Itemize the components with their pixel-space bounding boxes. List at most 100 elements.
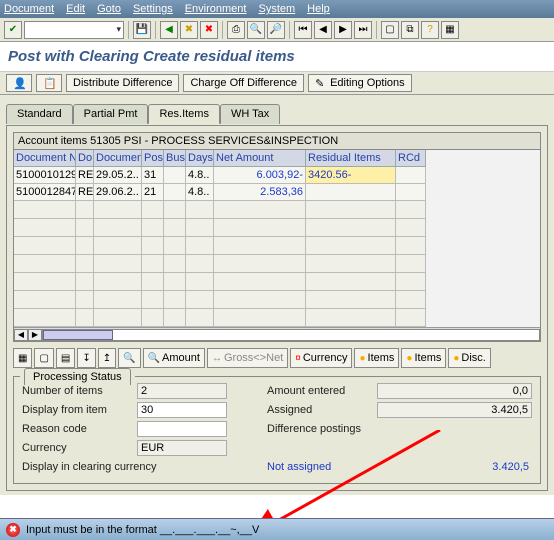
table-cell[interactable]	[396, 167, 426, 184]
table-cell[interactable]: 4.8..	[186, 167, 214, 184]
col-busi[interactable]: Busi	[164, 150, 186, 167]
disc-button[interactable]: ●Disc.	[448, 348, 491, 368]
user-icon-button[interactable]: 👤	[6, 74, 32, 92]
table-cell[interactable]	[214, 237, 306, 255]
amount-button[interactable]: 🔍Amount	[143, 348, 205, 368]
tab-wh-tax[interactable]: WH Tax	[220, 104, 280, 124]
select-block-button[interactable]: ▤	[56, 348, 75, 368]
table-cell[interactable]	[76, 255, 94, 273]
table-cell[interactable]	[94, 237, 142, 255]
table-cell[interactable]: 5100010129	[14, 167, 76, 184]
table-cell[interactable]	[214, 201, 306, 219]
help-icon[interactable]: ?	[421, 21, 439, 39]
table-cell[interactable]	[14, 273, 76, 291]
col-residual-items[interactable]: Residual Items	[306, 150, 396, 167]
table-cell[interactable]	[94, 219, 142, 237]
table-cell[interactable]	[306, 219, 396, 237]
first-page-icon[interactable]: ⏮	[294, 21, 312, 39]
table-cell[interactable]	[94, 273, 142, 291]
table-cell[interactable]	[14, 255, 76, 273]
scroll-left-icon[interactable]: ◀	[14, 329, 28, 341]
table-cell[interactable]	[306, 291, 396, 309]
col-dotype[interactable]: Do..	[76, 150, 94, 167]
table-cell[interactable]	[14, 201, 76, 219]
sort-asc-button[interactable]: ↧	[77, 348, 95, 368]
items2-button[interactable]: ●Items	[401, 348, 446, 368]
table-cell[interactable]	[164, 219, 186, 237]
table-cell[interactable]	[214, 219, 306, 237]
tab-standard[interactable]: Standard	[6, 104, 73, 124]
back-icon[interactable]: ◀	[160, 21, 178, 39]
table-cell[interactable]	[14, 291, 76, 309]
next-page-icon[interactable]: ▶	[334, 21, 352, 39]
table-cell[interactable]	[142, 291, 164, 309]
table-cell[interactable]	[142, 237, 164, 255]
table-cell[interactable]	[396, 291, 426, 309]
table-cell[interactable]: 5100012847	[14, 184, 76, 201]
table-cell[interactable]: 29.05.2..	[94, 167, 142, 184]
gross-net-button[interactable]: ↔Gross<>Net	[207, 348, 288, 368]
table-cell[interactable]: RE	[76, 184, 94, 201]
table-cell[interactable]	[76, 309, 94, 327]
col-document-date[interactable]: Document ..	[94, 150, 142, 167]
menu-system[interactable]: System	[258, 3, 295, 15]
table-cell[interactable]	[164, 237, 186, 255]
table-cell[interactable]: 4.8..	[186, 184, 214, 201]
menu-edit[interactable]: Edit	[66, 3, 85, 15]
menu-environment[interactable]: Environment	[185, 3, 247, 15]
items-button[interactable]: ●Items	[354, 348, 399, 368]
table-cell[interactable]	[396, 237, 426, 255]
table-cell[interactable]	[214, 273, 306, 291]
table-cell[interactable]	[94, 309, 142, 327]
table-cell[interactable]: 2.583,36	[214, 184, 306, 201]
menu-document[interactable]: Document	[4, 3, 54, 15]
table-cell[interactable]	[94, 201, 142, 219]
table-cell[interactable]	[186, 273, 214, 291]
table-cell[interactable]	[142, 219, 164, 237]
table-cell[interactable]: 31	[142, 167, 164, 184]
save-icon[interactable]: 💾	[133, 21, 151, 39]
table-cell[interactable]	[14, 309, 76, 327]
table-cell[interactable]	[94, 291, 142, 309]
table-cell[interactable]	[186, 291, 214, 309]
overview-icon-button[interactable]: 📋	[36, 74, 62, 92]
table-cell[interactable]	[396, 273, 426, 291]
table-cell[interactable]	[306, 255, 396, 273]
table-cell[interactable]	[164, 273, 186, 291]
table-cell[interactable]	[76, 273, 94, 291]
table-cell[interactable]	[142, 201, 164, 219]
layout-icon[interactable]: ▦	[441, 21, 459, 39]
table-cell[interactable]	[214, 291, 306, 309]
print-icon[interactable]: ⎙	[227, 21, 245, 39]
table-cell[interactable]	[186, 309, 214, 327]
find-icon[interactable]: 🔍	[247, 21, 265, 39]
exit-icon[interactable]: ✖	[180, 21, 198, 39]
select-all-button[interactable]: ▦	[13, 348, 32, 368]
table-cell[interactable]	[76, 237, 94, 255]
prev-page-icon[interactable]: ◀	[314, 21, 332, 39]
table-cell[interactable]	[76, 201, 94, 219]
cancel-icon[interactable]: ✖	[200, 21, 218, 39]
table-cell[interactable]: 29.06.2..	[94, 184, 142, 201]
table-cell[interactable]	[14, 237, 76, 255]
table-cell[interactable]	[76, 291, 94, 309]
table-cell[interactable]	[306, 273, 396, 291]
table-cell[interactable]	[306, 237, 396, 255]
table-cell[interactable]	[396, 309, 426, 327]
menu-goto[interactable]: Goto	[97, 3, 121, 15]
scroll-track[interactable]	[42, 329, 540, 341]
table-cell[interactable]	[164, 184, 186, 201]
table-cell[interactable]	[164, 255, 186, 273]
editing-options-button[interactable]: ✎Editing Options	[308, 74, 412, 92]
table-cell[interactable]	[186, 255, 214, 273]
table-cell[interactable]	[214, 309, 306, 327]
table-cell[interactable]	[94, 255, 142, 273]
sort-desc-button[interactable]: ↥	[98, 348, 116, 368]
shortcut-icon[interactable]: ⧉	[401, 21, 419, 39]
table-cell[interactable]	[306, 201, 396, 219]
table-cell[interactable]	[396, 219, 426, 237]
table-cell[interactable]	[142, 255, 164, 273]
new-session-icon[interactable]: ▢	[381, 21, 399, 39]
table-cell[interactable]: RE	[76, 167, 94, 184]
table-cell[interactable]	[142, 273, 164, 291]
